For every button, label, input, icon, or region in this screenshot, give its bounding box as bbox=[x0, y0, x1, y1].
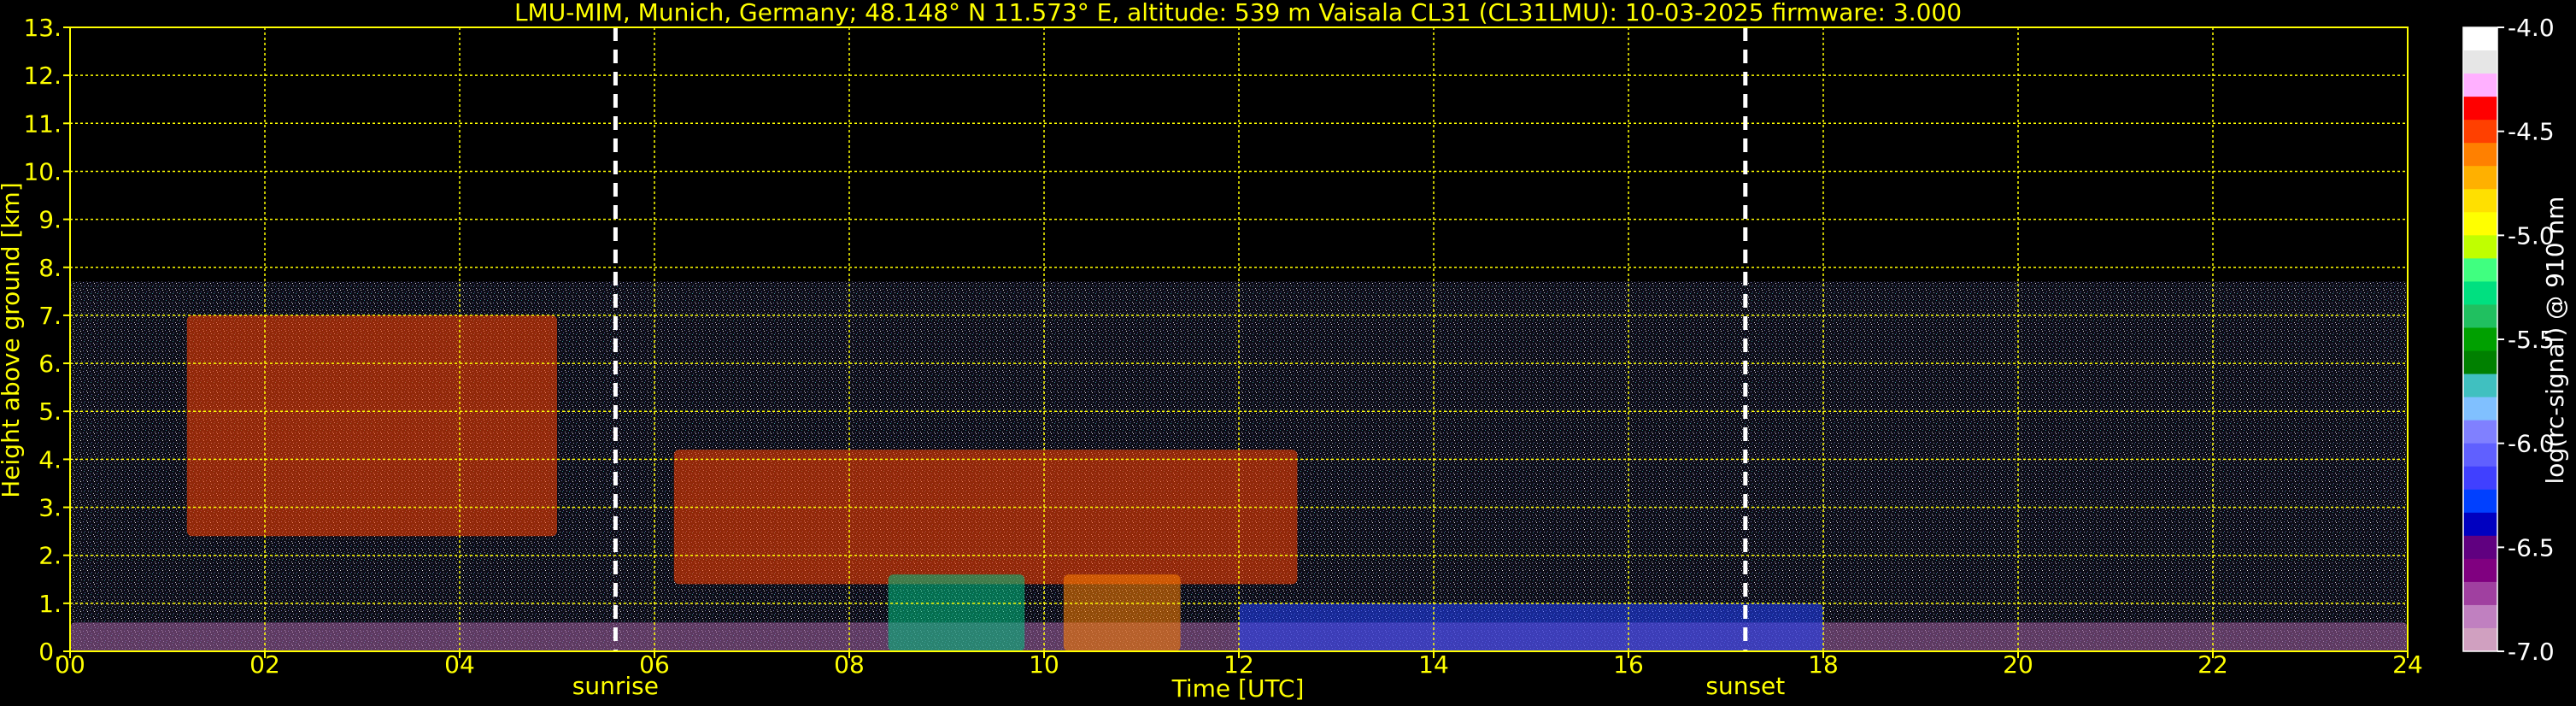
x-tick-label: 10 bbox=[1029, 650, 1059, 679]
colorbar-segment bbox=[2463, 466, 2497, 491]
layer-4 bbox=[1063, 574, 1181, 651]
x-tick-label: 24 bbox=[2392, 650, 2423, 679]
colorbar-segment bbox=[2463, 143, 2497, 167]
y-tick-label: 3. bbox=[38, 494, 62, 522]
colorbar-segment bbox=[2463, 27, 2497, 51]
y-tick-label: 10. bbox=[23, 157, 62, 185]
layer-3 bbox=[888, 574, 1025, 651]
y-tick-label: 11. bbox=[23, 109, 62, 138]
colorbar-label: log(rc-signal) @ 910 nm bbox=[2541, 197, 2569, 485]
colorbar-segment bbox=[2463, 74, 2497, 97]
y-tick-label: 5. bbox=[38, 397, 62, 426]
x-tick-label: 02 bbox=[249, 650, 280, 679]
y-tick-label: 4. bbox=[38, 445, 62, 474]
x-tick-label: 04 bbox=[444, 650, 475, 679]
x-tick-label: 20 bbox=[2003, 650, 2033, 679]
y-tick-label: 2. bbox=[38, 542, 62, 570]
chart-title: LMU-MIM, Munich, Germany; 48.148° N 11.5… bbox=[514, 0, 1962, 26]
y-tick-label: 7. bbox=[38, 302, 62, 330]
colorbar-tick-label: -6.5 bbox=[2508, 533, 2555, 562]
colorbar-segment bbox=[2463, 397, 2497, 421]
colorbar-segment bbox=[2463, 350, 2497, 375]
colorbar-segment bbox=[2463, 512, 2497, 537]
x-tick-label: 06 bbox=[639, 650, 670, 679]
colorbar-segment bbox=[2463, 327, 2497, 352]
x-tick-label: 14 bbox=[1418, 650, 1449, 679]
colorbar-segment bbox=[2463, 50, 2497, 74]
marker-label-sunset: sunset bbox=[1705, 672, 1785, 700]
ceilometer-chart: sunrise sunset 00 02 04 06 08 10 12 14 16 18 20 22 24… bbox=[0, 0, 2569, 703]
layer-2 bbox=[673, 450, 1298, 585]
y-tick-label: 12. bbox=[23, 62, 62, 90]
x-tick-label: 16 bbox=[1613, 650, 1644, 679]
colorbar-segment bbox=[2463, 374, 2497, 398]
colorbar-tick-label: -4.0 bbox=[2508, 14, 2555, 42]
layer-1 bbox=[186, 315, 558, 537]
y-tick-label: 6. bbox=[38, 350, 62, 378]
colorbar-segment bbox=[2463, 558, 2497, 583]
x-tick-label: 18 bbox=[1808, 650, 1839, 679]
colorbar-segment bbox=[2463, 443, 2497, 468]
colorbar-segment bbox=[2463, 166, 2497, 190]
colorbar-segment bbox=[2463, 420, 2497, 444]
layer-5 bbox=[1239, 603, 1823, 651]
colorbar-segment bbox=[2463, 604, 2497, 629]
x-tick-label: 08 bbox=[834, 650, 865, 679]
colorbar-segment bbox=[2463, 304, 2497, 328]
colorbar-tick-label: -7.0 bbox=[2508, 638, 2555, 666]
colorbar-segment bbox=[2463, 581, 2497, 606]
colorbar-segment bbox=[2463, 535, 2497, 560]
colorbar-segment bbox=[2463, 120, 2497, 144]
colorbar-segment bbox=[2463, 281, 2497, 305]
y-tick-label: 13. bbox=[23, 14, 62, 42]
y-tick-label: 0. bbox=[38, 638, 62, 666]
colorbar-tick-label: -4.5 bbox=[2508, 118, 2555, 146]
y-tick-label: 8. bbox=[38, 254, 62, 282]
colorbar-segment bbox=[2463, 258, 2497, 282]
colorbar-segment bbox=[2463, 189, 2497, 213]
colorbar-segment bbox=[2463, 627, 2497, 652]
colorbar-segment bbox=[2463, 97, 2497, 121]
y-tick-label: 1. bbox=[38, 590, 62, 618]
y-axis-label: Height above ground [km] bbox=[0, 182, 25, 498]
colorbar-segment bbox=[2463, 235, 2497, 259]
colorbar-segment bbox=[2463, 489, 2497, 514]
colorbar-segment bbox=[2463, 212, 2497, 236]
x-axis-label: Time [UTC] bbox=[1171, 674, 1305, 703]
y-tick-label: 9. bbox=[38, 206, 62, 234]
x-tick-label: 22 bbox=[2198, 650, 2228, 679]
